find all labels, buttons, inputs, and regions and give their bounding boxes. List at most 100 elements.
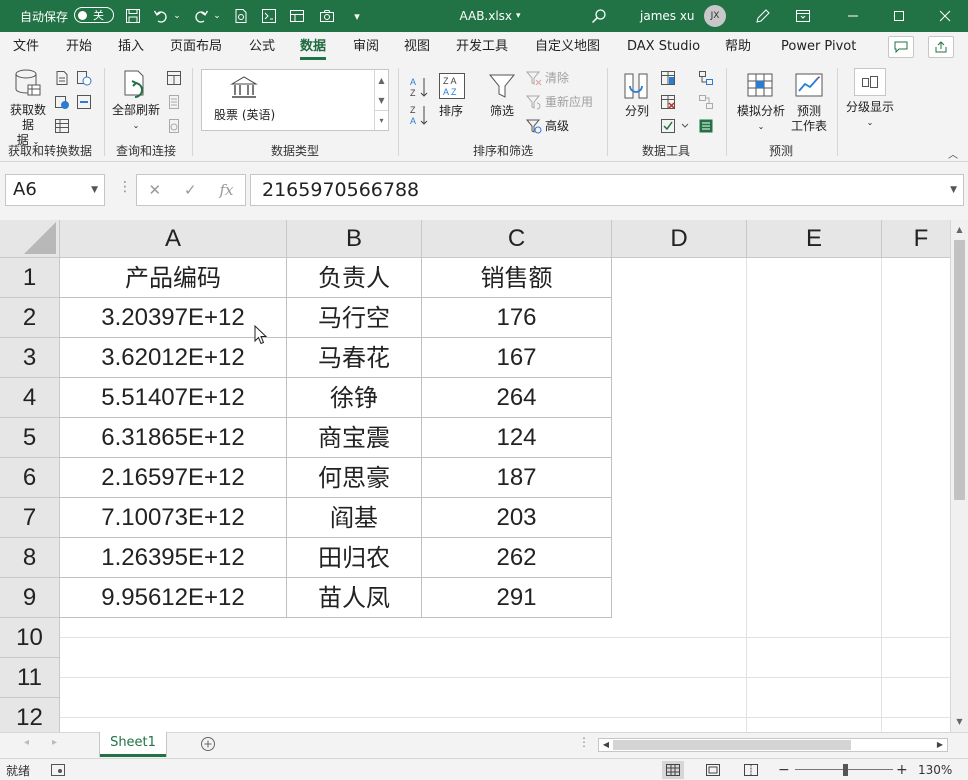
scroll-left-icon[interactable]: ◀ <box>599 738 613 752</box>
tab-data[interactable]: 数据 <box>300 32 327 62</box>
insert-function-icon[interactable]: fx <box>220 181 234 199</box>
autosave-toggle[interactable]: 关 <box>74 7 114 23</box>
table-cell[interactable]: 阎基 <box>287 498 422 538</box>
tab-page-layout[interactable]: 页面布局 <box>170 32 222 62</box>
table-cell[interactable]: 2.16597E+12 <box>60 458 287 498</box>
user-name[interactable]: james xu <box>640 0 695 32</box>
customize-qat-icon[interactable]: ▾ <box>346 0 368 32</box>
from-table-icon[interactable] <box>54 118 70 134</box>
collapse-ribbon-icon[interactable]: ︿ <box>948 146 958 161</box>
table-cell[interactable]: 167 <box>422 338 612 378</box>
column-header-b[interactable]: B <box>287 220 422 258</box>
column-header-c[interactable]: C <box>422 220 612 258</box>
table-cell[interactable]: 马行空 <box>287 298 422 338</box>
horizontal-scrollbar[interactable]: ◀ ▶ <box>598 738 948 752</box>
data-validation-icon[interactable] <box>660 118 690 134</box>
table-cell[interactable]: 5.51407E+12 <box>60 378 287 418</box>
relationships-icon[interactable] <box>698 94 714 110</box>
form-icon[interactable] <box>258 0 280 32</box>
chevron-down-icon[interactable]: ▼ <box>375 90 388 110</box>
what-if-analysis-button[interactable]: 模拟分析 ⌄ <box>733 70 789 134</box>
table-cell[interactable]: 3.62012E+12 <box>60 338 287 378</box>
column-header-a[interactable]: A <box>60 220 287 258</box>
avatar[interactable]: JX <box>704 5 726 27</box>
sheet-tab-sheet1[interactable]: Sheet1 <box>100 732 166 757</box>
table-cell[interactable]: 264 <box>422 378 612 418</box>
tab-review[interactable]: 审阅 <box>353 32 379 62</box>
row-header-2[interactable]: 2 <box>0 298 60 338</box>
tab-insert[interactable]: 插入 <box>118 32 144 62</box>
table-cell[interactable]: 203 <box>422 498 612 538</box>
tab-custom-map[interactable]: 自定义地图 <box>535 32 600 62</box>
row-header-4[interactable]: 4 <box>0 378 60 418</box>
flash-fill-icon[interactable] <box>660 70 676 86</box>
minimize-icon[interactable] <box>830 0 876 32</box>
table-icon[interactable] <box>286 0 308 32</box>
tab-power-pivot[interactable]: Power Pivot <box>781 32 856 62</box>
sort-button[interactable]: Z AA Z 排序 <box>436 70 466 119</box>
previous-sheet-icon[interactable]: ◂ <box>24 737 29 748</box>
chevron-down-icon[interactable]: ▼ <box>91 175 98 205</box>
zoom-in-icon[interactable]: + <box>896 759 908 780</box>
redo-icon[interactable] <box>190 0 212 32</box>
table-cell[interactable]: 1.26395E+12 <box>60 538 287 578</box>
normal-view-icon[interactable] <box>662 761 684 779</box>
row-header-10[interactable]: 10 <box>0 618 60 658</box>
table-cell[interactable]: 徐铮 <box>287 378 422 418</box>
text-to-columns-button[interactable]: 分列 <box>620 70 654 119</box>
maximize-icon[interactable] <box>876 0 922 32</box>
remove-duplicates-icon[interactable] <box>660 94 676 110</box>
tab-view[interactable]: 视图 <box>404 32 430 62</box>
tab-formulas[interactable]: 公式 <box>249 32 275 62</box>
search-icon[interactable] <box>588 0 610 32</box>
table-cell[interactable]: 124 <box>422 418 612 458</box>
worksheet-grid[interactable]: A B C D E F 1 2 3 4 5 6 7 8 9 10 11 12 产… <box>0 220 968 732</box>
data-types-gallery[interactable]: 股票 (英语) ▲ ▼ ▾ <box>201 69 389 131</box>
sort-descending-icon[interactable]: ZA <box>410 104 430 126</box>
scroll-down-icon[interactable]: ▼ <box>951 714 968 730</box>
table-cell[interactable]: 田归农 <box>287 538 422 578</box>
zoom-slider-thumb[interactable] <box>843 764 848 776</box>
consolidate-icon[interactable] <box>698 70 714 86</box>
print-preview-icon[interactable] <box>230 0 252 32</box>
row-header-6[interactable]: 6 <box>0 458 60 498</box>
table-cell[interactable]: 9.95612E+12 <box>60 578 287 618</box>
expand-formula-bar-icon[interactable]: ▼ <box>950 175 957 205</box>
row-header-12[interactable]: 12 <box>0 698 60 732</box>
row-header-5[interactable]: 5 <box>0 418 60 458</box>
undo-dropdown-icon[interactable]: ⌄ <box>170 0 184 32</box>
scroll-thumb[interactable] <box>613 740 851 750</box>
next-sheet-icon[interactable]: ▸ <box>52 737 57 748</box>
camera-icon[interactable] <box>316 0 338 32</box>
vertical-scrollbar[interactable]: ▲ ▼ <box>950 220 968 732</box>
tab-developer[interactable]: 开发工具 <box>456 32 508 62</box>
cancel-icon[interactable]: ✕ <box>148 181 161 199</box>
get-data-button[interactable]: 获取数据 据 ⌄ <box>8 68 48 149</box>
row-header-1[interactable]: 1 <box>0 258 60 298</box>
row-header-7[interactable]: 7 <box>0 498 60 538</box>
table-header-cell[interactable]: 负责人 <box>287 258 422 298</box>
close-icon[interactable] <box>922 0 968 32</box>
page-layout-view-icon[interactable] <box>702 761 724 779</box>
enter-icon[interactable]: ✓ <box>184 181 197 199</box>
table-cell[interactable]: 3.20397E+12 <box>60 298 287 338</box>
select-all-corner[interactable] <box>0 220 60 258</box>
file-title[interactable]: AAB.xlsx ▾ <box>440 0 540 32</box>
zoom-level[interactable]: 130% <box>918 759 952 780</box>
clear-filter-button[interactable]: 清除 <box>526 70 569 86</box>
table-cell[interactable]: 马春花 <box>287 338 422 378</box>
split-handle-icon[interactable]: ⋮ <box>578 735 590 749</box>
sort-ascending-icon[interactable]: AZ <box>410 76 430 98</box>
save-icon[interactable] <box>122 0 144 32</box>
outline-button[interactable]: 分级显示 ⌄ <box>842 68 898 130</box>
filter-button[interactable]: 筛选 <box>486 70 518 119</box>
advanced-filter-button[interactable]: 高级 <box>526 118 569 134</box>
comments-icon[interactable] <box>888 36 914 58</box>
table-cell[interactable]: 176 <box>422 298 612 338</box>
row-header-8[interactable]: 8 <box>0 538 60 578</box>
page-break-view-icon[interactable] <box>740 761 762 779</box>
from-text-icon[interactable] <box>54 70 70 86</box>
scroll-thumb[interactable] <box>954 240 965 500</box>
redo-dropdown-icon[interactable]: ⌄ <box>210 0 224 32</box>
stocks-data-type[interactable]: 股票 (英语) <box>214 106 275 123</box>
